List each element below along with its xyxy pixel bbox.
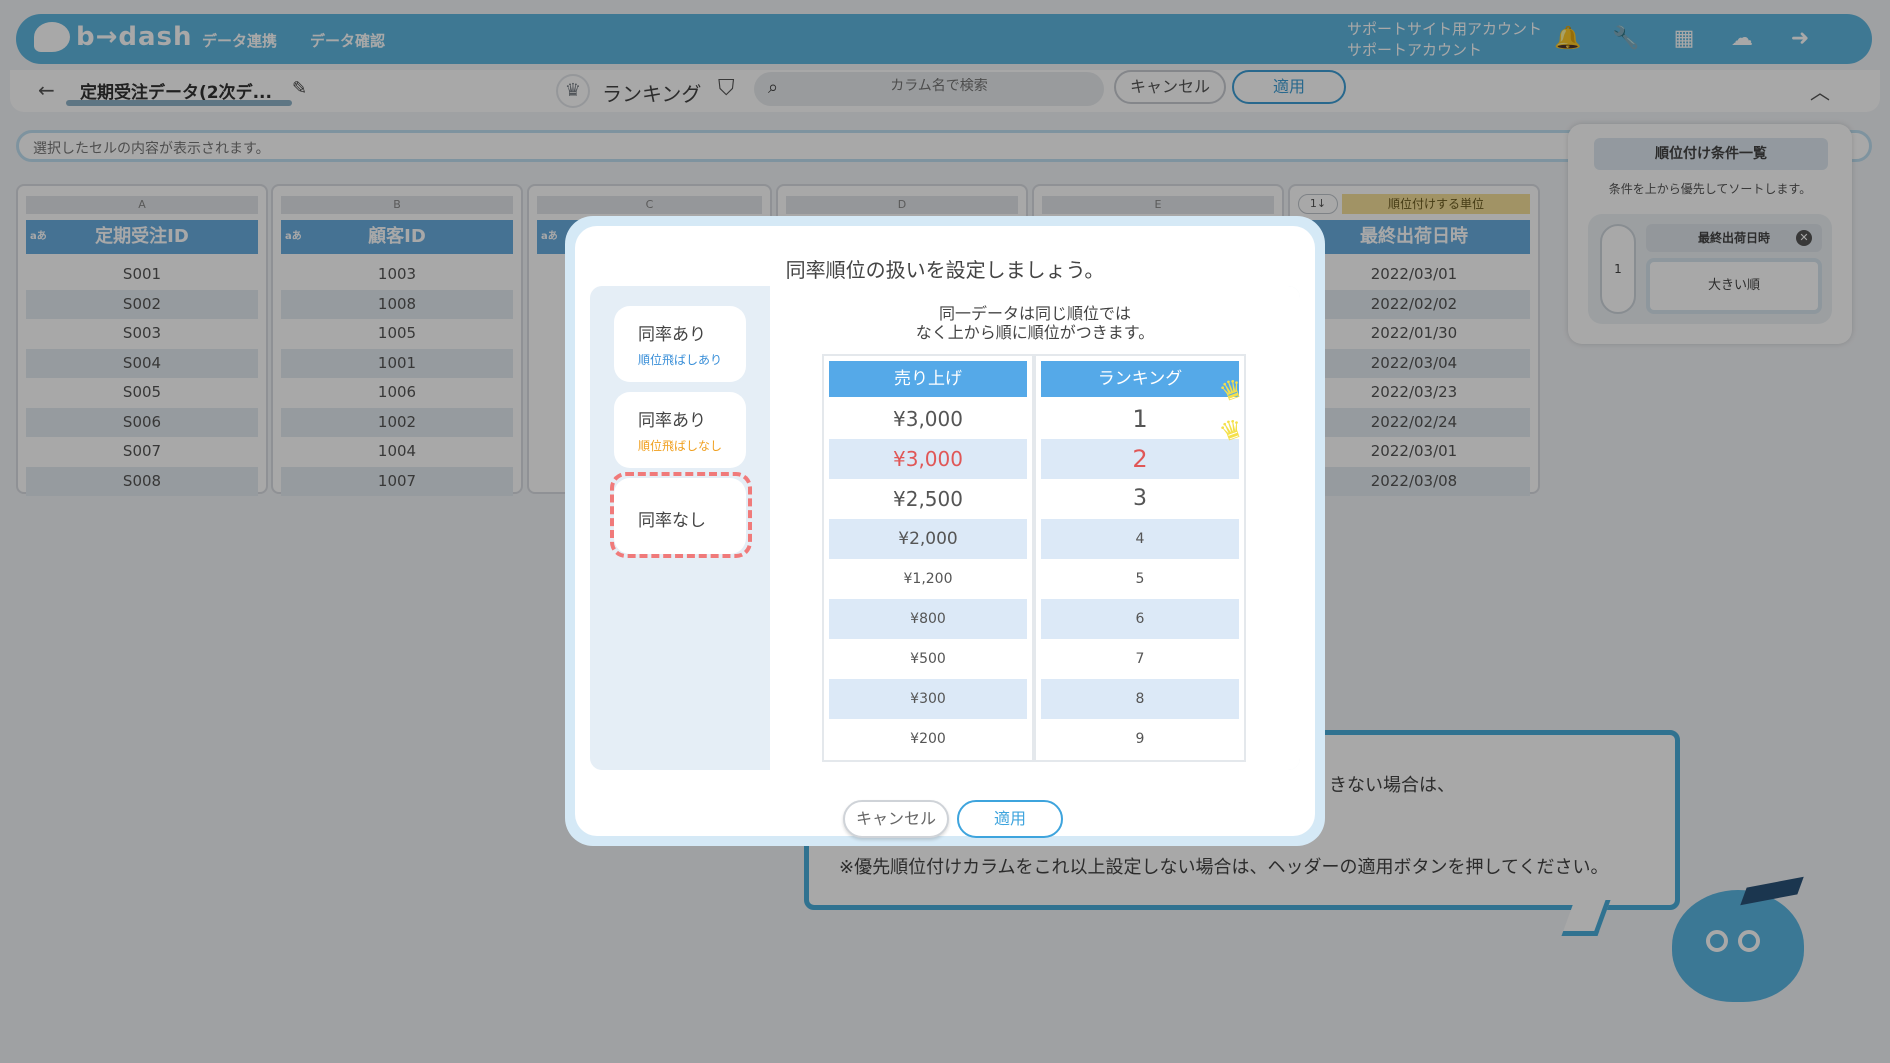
sales-cell: ¥3,000 [829, 439, 1027, 479]
sales-cell: ¥3,000 [893, 407, 963, 431]
explanation-line: なく上から順に順位がつきます。 [915, 323, 1155, 342]
ranking-table: ランキング 1 2 3 4 5 6 7 8 9 [1034, 354, 1246, 762]
sales-cell: ¥800 [829, 599, 1027, 639]
sales-cell: ¥200 [910, 731, 946, 747]
rank-cell: 9 [1135, 731, 1145, 747]
modal-cancel-button[interactable]: キャンセル [843, 800, 949, 838]
rank-cell: 1 [1132, 405, 1148, 433]
rank-cell: 7 [1135, 651, 1145, 667]
option-title: 同率あり [638, 325, 706, 345]
modal-apply-button[interactable]: 適用 [957, 800, 1063, 838]
sales-cell: ¥2,000 [829, 519, 1027, 559]
modal-title: 同率順位の扱いを設定しましょう。 [785, 258, 1105, 282]
rank-cell: 5 [1135, 571, 1145, 587]
rank-cell: 6 [1041, 599, 1239, 639]
sales-cell: ¥300 [829, 679, 1027, 719]
rank-cell: 8 [1041, 679, 1239, 719]
modal-content: 同率順位の扱いを設定しましょう。 同率あり 順位飛ばしあり 同率あり 順位飛ばし… [575, 226, 1315, 838]
sales-header: 売り上げ [829, 361, 1027, 397]
sales-table: 売り上げ ¥3,000 ¥3,000 ¥2,500 ¥2,000 ¥1,200 … [822, 354, 1034, 762]
rank-cell: 2 [1041, 439, 1239, 479]
rank-cell: 3 [1133, 486, 1147, 511]
explanation-line: 同一データは同じ順位では [938, 304, 1131, 323]
tie-rank-modal: 同率順位の扱いを設定しましょう。 同率あり 順位飛ばしあり 同率あり 順位飛ばし… [565, 216, 1325, 846]
selected-option-highlight [610, 472, 752, 558]
option-subtitle: 順位飛ばしなし [638, 439, 723, 453]
modal-body: 同率あり 順位飛ばしあり 同率あり 順位飛ばしなし 同率なし 同一データは同じ順… [590, 286, 1300, 770]
sales-cell: ¥1,200 [903, 571, 953, 587]
option-subtitle: 順位飛ばしあり [638, 353, 723, 367]
explanation-text: 同一データは同じ順位では なく上から順に順位がつきます。 [770, 304, 1300, 342]
sales-cell: ¥2,500 [893, 487, 963, 511]
rank-cell: 4 [1041, 519, 1239, 559]
ranking-header: ランキング [1041, 361, 1239, 397]
option-tie-without-skip[interactable]: 同率あり 順位飛ばしなし [614, 392, 746, 468]
option-title: 同率あり [638, 411, 706, 431]
ranking-rows: 1 2 3 4 5 6 7 8 9 [1041, 399, 1239, 759]
option-tie-with-skip[interactable]: 同率あり 順位飛ばしあり [614, 306, 746, 382]
sales-cell: ¥500 [910, 651, 946, 667]
explanation-panel: 同一データは同じ順位では なく上から順に順位がつきます。 売り上げ ¥3,000… [770, 286, 1300, 770]
sales-rows: ¥3,000 ¥3,000 ¥2,500 ¥2,000 ¥1,200 ¥800 … [829, 399, 1027, 759]
